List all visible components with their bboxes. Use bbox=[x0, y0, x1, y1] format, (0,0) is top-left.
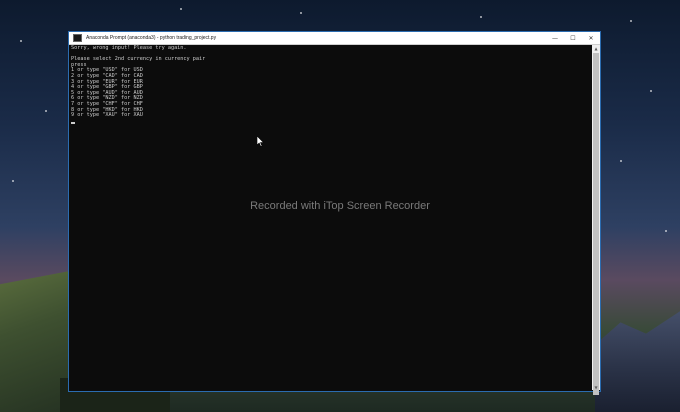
scroll-up-icon[interactable]: ▲ bbox=[592, 45, 600, 51]
star bbox=[45, 110, 47, 112]
maximize-button[interactable]: ☐ bbox=[564, 32, 582, 44]
minimize-button[interactable]: — bbox=[546, 32, 564, 44]
close-button[interactable]: ✕ bbox=[582, 32, 600, 44]
star bbox=[630, 20, 632, 22]
console-app-icon bbox=[73, 34, 82, 42]
star bbox=[480, 16, 482, 18]
star bbox=[650, 90, 652, 92]
star bbox=[300, 12, 302, 14]
console-output[interactable]: Sorry, wrong input! Please try again. Pl… bbox=[70, 45, 592, 390]
star bbox=[20, 40, 22, 42]
console-line: 9 or type "XAU" for XAU bbox=[71, 112, 143, 119]
star bbox=[180, 8, 182, 10]
mouse-pointer-icon bbox=[257, 136, 265, 147]
star bbox=[12, 180, 14, 182]
window-title: Anaconda Prompt (anaconda3) - python tra… bbox=[86, 35, 217, 41]
scroll-down-icon[interactable]: ▼ bbox=[592, 384, 600, 390]
title-bar[interactable]: Anaconda Prompt (anaconda3) - python tra… bbox=[69, 32, 600, 45]
recorder-watermark: Recorded with iTop Screen Recorder bbox=[250, 200, 430, 212]
star bbox=[665, 230, 667, 232]
text-cursor bbox=[71, 121, 75, 124]
vertical-scrollbar[interactable]: ▲ ▼ bbox=[592, 45, 600, 395]
star bbox=[620, 160, 622, 162]
scroll-thumb[interactable] bbox=[593, 53, 599, 395]
